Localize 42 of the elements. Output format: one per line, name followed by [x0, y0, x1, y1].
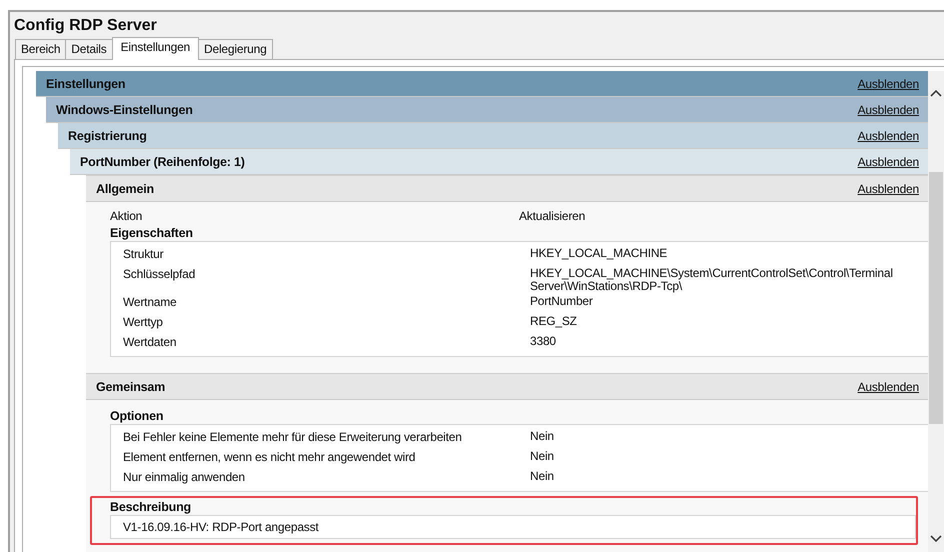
- tab[interactable]: Bereich: [15, 39, 66, 59]
- hide-link[interactable]: Ausblenden: [858, 154, 919, 168]
- property-label: Struktur: [123, 247, 164, 261]
- tab[interactable]: Einstellungen: [112, 37, 200, 60]
- property-value: PortNumber: [530, 295, 594, 308]
- scroll-down-icon[interactable]: [930, 535, 942, 543]
- section-title: Einstellungen: [46, 76, 126, 90]
- property-value: HKEY_LOCAL_MACHINE\System\CurrentControlSet\Control\Terminal Server\WinStations\RDP-Tcp\: [530, 267, 894, 293]
- group-title: Eigenschaften: [110, 225, 194, 241]
- property-label: Bei Fehler keine Elemente mehr für diese Erweiterung verarbeiten: [123, 430, 463, 444]
- property-label: Element entfernen, wenn es nicht mehr angewendet wird: [123, 450, 416, 464]
- section-title: Registrierung: [68, 128, 147, 142]
- hide-link[interactable]: Ausblenden: [858, 128, 919, 142]
- hide-link[interactable]: Ausblenden: [858, 76, 919, 90]
- property-label: Nur einmalig anwenden: [123, 470, 246, 484]
- hide-link[interactable]: Ausblenden: [858, 380, 919, 394]
- property-value: 3380: [530, 335, 557, 348]
- description-text: V1-16.09.16-HV: RDP-Port angepasst: [123, 519, 320, 535]
- hide-link[interactable]: Ausblenden: [858, 182, 919, 196]
- group-title: Beschreibung: [110, 499, 192, 515]
- property-label: Schlüsselpfad: [123, 267, 196, 281]
- section-title: Allgemein: [96, 182, 154, 196]
- field-value: Aktualisieren: [519, 208, 586, 222]
- section-title: PortNumber (Reihenfolge: 1): [80, 154, 245, 168]
- property-label: Wertname: [123, 295, 178, 309]
- section-title: Gemeinsam: [96, 380, 166, 394]
- window-title: Config RDP Server: [14, 16, 158, 36]
- property-value: Nein: [530, 450, 555, 463]
- tab[interactable]: Delegierung: [198, 39, 273, 59]
- scroll-thumb[interactable]: [929, 172, 943, 424]
- property-value: Nein: [530, 430, 555, 443]
- property-value: Nein: [530, 470, 555, 483]
- hide-link[interactable]: Ausblenden: [858, 102, 919, 116]
- property-label: Wertdaten: [123, 335, 178, 349]
- group-title: Optionen: [110, 408, 164, 424]
- property-value: HKEY_LOCAL_MACHINE: [530, 247, 668, 260]
- scroll-up-icon[interactable]: [930, 89, 942, 97]
- section-title: Windows-Einstellungen: [56, 102, 193, 116]
- field-label: Aktion: [110, 208, 144, 222]
- property-label: Werttyp: [123, 315, 164, 329]
- property-value: REG_SZ: [530, 315, 578, 328]
- scrollbar[interactable]: [928, 71, 944, 552]
